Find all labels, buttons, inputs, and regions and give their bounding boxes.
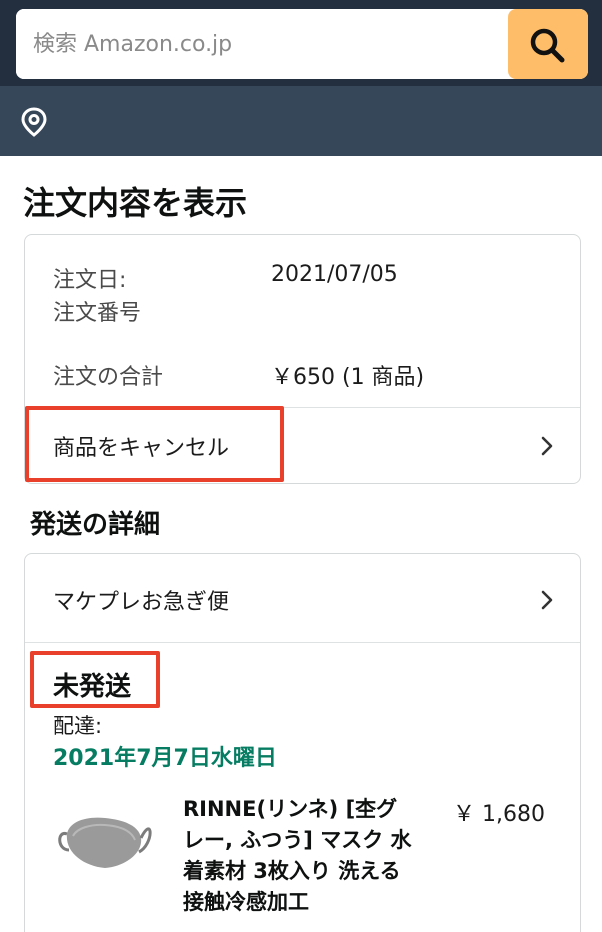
product-title[interactable]: RINNE(リンネ) [杢グレー, ふつう] マスク 水着素材 3枚入り 洗える… bbox=[183, 794, 415, 918]
highlight-box bbox=[25, 406, 284, 482]
product-price: ￥ 1,680 bbox=[453, 802, 545, 827]
delivery-date: 2021年7月7日水曜日 bbox=[53, 746, 277, 771]
page-title: 注文内容を表示 bbox=[23, 184, 248, 222]
search-bar bbox=[16, 9, 588, 79]
top-header bbox=[0, 0, 602, 86]
order-total-label: 注文の合計 bbox=[53, 365, 164, 390]
mask-product-image[interactable] bbox=[55, 804, 155, 874]
highlight-box bbox=[30, 651, 160, 708]
chevron-right-icon bbox=[541, 436, 553, 456]
search-icon bbox=[530, 28, 565, 63]
search-input[interactable] bbox=[16, 9, 508, 79]
divider bbox=[25, 642, 580, 643]
shipping-section-title: 発送の詳細 bbox=[30, 510, 161, 540]
shipment-card: マケプレお急ぎ便 未発送 配達: 2021年7月7日水曜日 RINNE(リンネ)… bbox=[24, 553, 581, 932]
shipping-method-row[interactable]: マケプレお急ぎ便 bbox=[25, 562, 580, 637]
shipping-method-label: マケプレお急ぎ便 bbox=[53, 590, 230, 615]
order-date-label: 注文日: bbox=[53, 268, 127, 293]
delivery-label: 配達: bbox=[53, 714, 103, 738]
search-button[interactable] bbox=[508, 9, 588, 79]
order-number-label: 注文番号 bbox=[53, 301, 142, 326]
order-total-value: ￥650 (1 商品) bbox=[271, 365, 425, 390]
chevron-right-icon bbox=[541, 590, 553, 610]
order-date-value: 2021/07/05 bbox=[271, 262, 398, 287]
location-pin-icon[interactable] bbox=[21, 107, 47, 137]
location-bar[interactable] bbox=[0, 86, 602, 156]
